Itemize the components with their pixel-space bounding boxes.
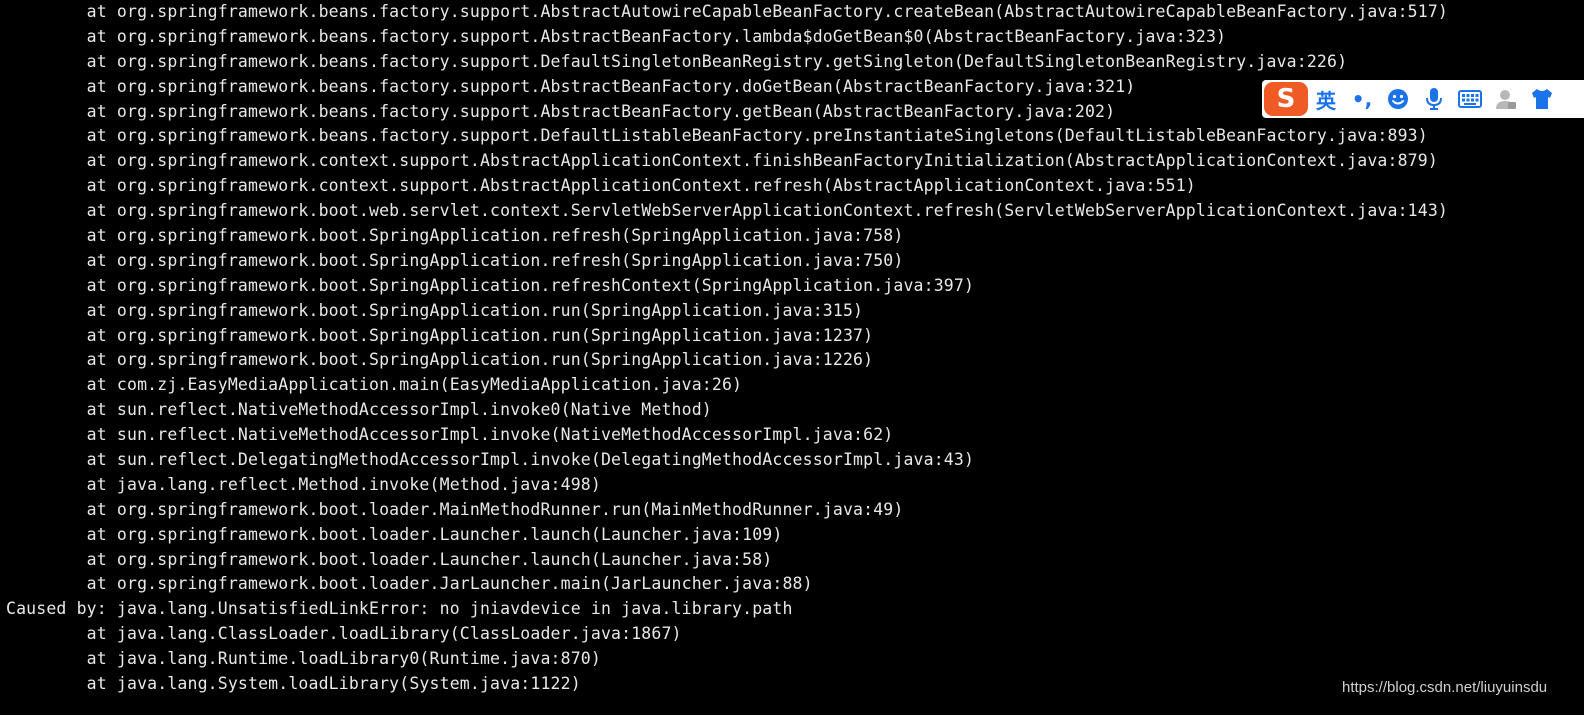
terminal-line: at sun.reflect.NativeMethodAccessorImpl.… bbox=[6, 425, 894, 445]
terminal-line: at org.springframework.boot.loader.JarLa… bbox=[6, 574, 813, 594]
user-icon bbox=[1496, 90, 1516, 109]
terminal-line: at com.zj.EasyMediaApplication.main(Easy… bbox=[6, 375, 743, 395]
terminal-line: Caused by: java.lang.UnsatisfiedLinkErro… bbox=[6, 599, 793, 619]
terminal-line: at org.springframework.beans.factory.sup… bbox=[6, 126, 1428, 146]
terminal-line: at org.springframework.beans.factory.sup… bbox=[6, 101, 1116, 121]
keyboard-icon bbox=[1458, 90, 1482, 108]
terminal-line: at org.springframework.beans.factory.sup… bbox=[6, 2, 1448, 21]
terminal-line: at java.lang.Runtime.loadLibrary0(Runtim… bbox=[6, 649, 601, 669]
terminal-line: at org.springframework.boot.web.servlet.… bbox=[6, 201, 1448, 221]
skin-icon bbox=[1532, 89, 1552, 109]
account-button[interactable] bbox=[1488, 82, 1524, 116]
terminal-output: at org.springframework.beans.factory.sup… bbox=[6, 0, 1448, 697]
soft-keyboard-button[interactable] bbox=[1452, 82, 1488, 116]
terminal-line: at java.lang.System.loadLibrary(System.j… bbox=[6, 674, 581, 694]
terminal-line: at org.springframework.beans.factory.sup… bbox=[6, 76, 1136, 96]
terminal-line: at org.springframework.boot.loader.MainM… bbox=[6, 499, 904, 519]
language-toggle-button[interactable]: 英 bbox=[1308, 82, 1344, 116]
skin-button[interactable] bbox=[1524, 82, 1560, 116]
terminal-line: at org.springframework.boot.SpringApplic… bbox=[6, 250, 904, 270]
terminal-line: at org.springframework.context.support.A… bbox=[6, 176, 1196, 196]
terminal-window[interactable]: at org.springframework.beans.factory.sup… bbox=[0, 0, 1584, 715]
watermark: https://blog.csdn.net/liuyuinsdu bbox=[1342, 679, 1548, 696]
terminal-line: at java.lang.ClassLoader.loadLibrary(Cla… bbox=[6, 624, 682, 644]
emoji-button[interactable] bbox=[1380, 82, 1416, 116]
terminal-line: at java.lang.reflect.Method.invoke(Metho… bbox=[6, 474, 601, 494]
terminal-line: at sun.reflect.DelegatingMethodAccessorI… bbox=[6, 450, 975, 470]
terminal-line: at org.springframework.beans.factory.sup… bbox=[6, 51, 1348, 71]
terminal-line: at sun.reflect.NativeMethodAccessorImpl.… bbox=[6, 400, 712, 420]
language-toggle-label: 英 bbox=[1316, 88, 1336, 113]
terminal-line: at org.springframework.boot.loader.Launc… bbox=[6, 524, 783, 544]
ime-toolbar[interactable]: S 英 •, bbox=[1262, 80, 1584, 118]
terminal-line: at org.springframework.boot.SpringApplic… bbox=[6, 226, 904, 246]
terminal-line: at org.springframework.boot.SpringApplic… bbox=[6, 350, 874, 370]
terminal-line: at org.springframework.boot.loader.Launc… bbox=[6, 549, 773, 569]
terminal-line: at org.springframework.context.support.A… bbox=[6, 151, 1438, 171]
voice-input-button[interactable] bbox=[1416, 82, 1452, 116]
terminal-line: at org.springframework.beans.factory.sup… bbox=[6, 26, 1227, 46]
punctuation-toggle-button[interactable]: •, bbox=[1344, 82, 1380, 116]
sogou-logo-icon[interactable]: S bbox=[1264, 82, 1308, 116]
punctuation-toggle-label: •, bbox=[1351, 87, 1373, 111]
microphone-icon bbox=[1426, 88, 1442, 110]
emoji-icon bbox=[1388, 89, 1408, 109]
terminal-line: at org.springframework.boot.SpringApplic… bbox=[6, 275, 975, 295]
terminal-line: at org.springframework.boot.SpringApplic… bbox=[6, 300, 864, 320]
terminal-line: at org.springframework.boot.SpringApplic… bbox=[6, 325, 874, 345]
